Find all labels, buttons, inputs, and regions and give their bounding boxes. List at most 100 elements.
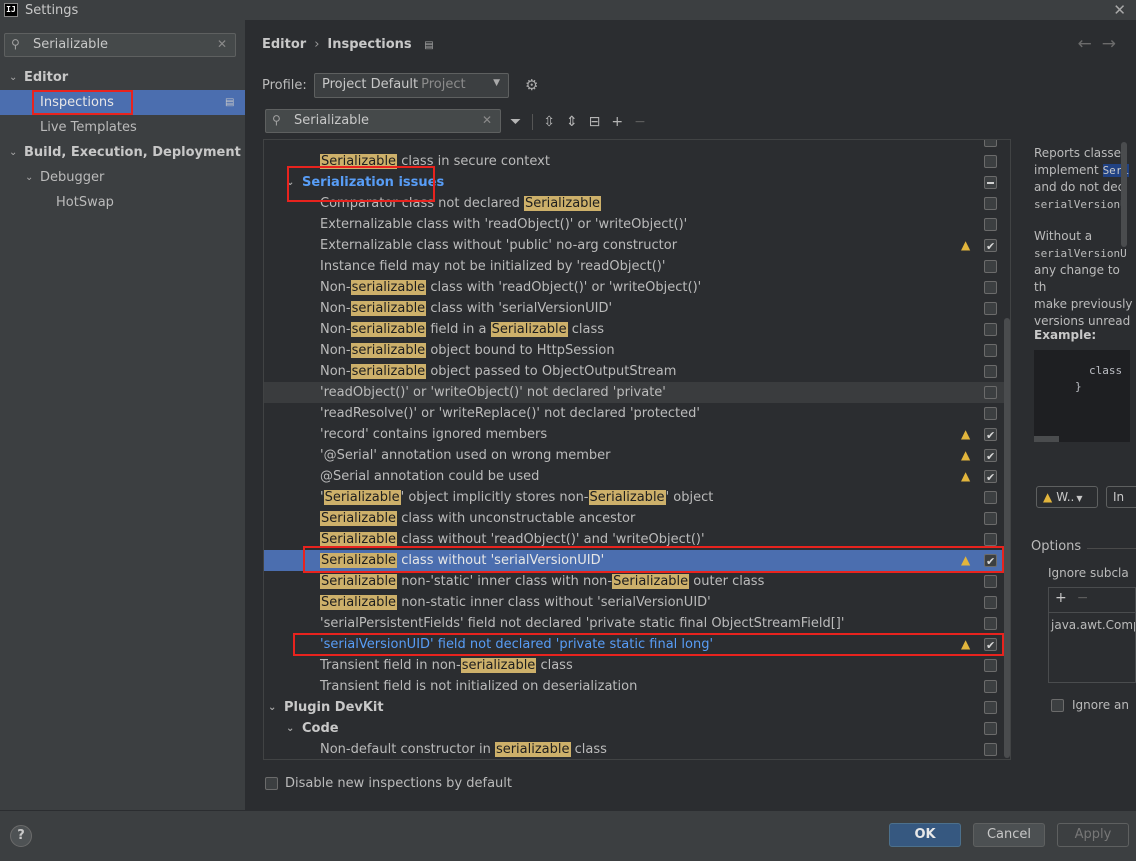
inspection-checkbox[interactable] xyxy=(984,425,997,446)
settings-search-field[interactable]: ⚲ ✕ xyxy=(4,33,236,57)
inspection-checkbox[interactable] xyxy=(984,617,997,630)
group-plugin-devkit[interactable]: ⌄ Plugin DevKit xyxy=(264,697,1004,718)
inspection-checkbox[interactable] xyxy=(984,281,997,294)
expand-all-icon[interactable]: ⇳ xyxy=(543,114,555,130)
filter-icon[interactable]: ⏷ xyxy=(510,114,521,130)
inspection-checkbox[interactable] xyxy=(984,197,997,210)
clear-search-icon[interactable]: ✕ xyxy=(482,113,492,127)
chevron-down-icon[interactable]: ⌄ xyxy=(286,718,294,739)
list-item[interactable]: Non-default constructor in serializable … xyxy=(264,739,1004,759)
list-item[interactable]: Non-serializable object bound to HttpSes… xyxy=(264,340,1004,361)
clear-search-icon[interactable]: ✕ xyxy=(217,37,227,51)
list-item[interactable]: 'readResolve()' or 'writeReplace()' not … xyxy=(264,403,1004,424)
close-icon[interactable]: ✕ xyxy=(1113,1,1126,19)
disable-new-inspections-option[interactable]: Disable new inspections by default xyxy=(265,776,512,791)
list-item[interactable]: @Serial annotation could be used ▲ xyxy=(264,466,1004,488)
list-item[interactable]: Non-serializable class with 'serialVersi… xyxy=(264,298,1004,319)
chevron-down-icon[interactable]: ⌄ xyxy=(9,140,17,165)
list-item[interactable]: Serializable class with unconstructable … xyxy=(264,508,1004,529)
add-icon[interactable]: + xyxy=(611,114,623,130)
inspection-checkbox[interactable] xyxy=(984,407,997,420)
ignore-anonymous-checkbox[interactable] xyxy=(1051,698,1064,712)
inspection-checkbox[interactable] xyxy=(984,596,997,609)
inspection-checkbox[interactable] xyxy=(984,344,997,357)
chevron-down-icon[interactable]: ⌄ xyxy=(25,165,33,190)
sidebar-item-debugger[interactable]: ⌄ Debugger xyxy=(0,165,245,190)
list-item[interactable]: Non-serializable field in a Serializable… xyxy=(264,319,1004,340)
group-checkbox[interactable] xyxy=(984,701,997,714)
list-item[interactable]: Serializable non-static inner class with… xyxy=(264,592,1004,613)
list-item[interactable]: Transient field is not initialized on de… xyxy=(264,676,1004,697)
inspection-checkbox[interactable] xyxy=(984,302,997,315)
chevron-down-icon[interactable]: ⌄ xyxy=(9,65,17,90)
list-item[interactable]: Externalizable class without 'public' no… xyxy=(264,235,1004,257)
navigation-arrows: ←→ xyxy=(1078,34,1127,54)
list-item[interactable]: 'serialPersistentFields' field not decla… xyxy=(264,613,1004,634)
chevron-down-icon[interactable]: ⌄ xyxy=(268,697,276,718)
group-code[interactable]: ⌄ Code xyxy=(264,718,1004,739)
inspection-checkbox[interactable] xyxy=(984,155,997,168)
list-item[interactable]: Non-serializable object passed to Object… xyxy=(264,361,1004,382)
add-icon[interactable]: + xyxy=(1055,590,1077,606)
inspection-checkbox[interactable] xyxy=(984,140,997,147)
apply-button[interactable]: Apply xyxy=(1057,823,1129,847)
list-item[interactable]: Non-serializable class with 'readObject(… xyxy=(264,277,1004,298)
remove-icon[interactable]: − xyxy=(1077,590,1099,606)
gear-icon[interactable]: ⚙ xyxy=(525,76,538,94)
list-scrollbar[interactable] xyxy=(1004,318,1010,758)
list-item[interactable]: java.awt.Comp xyxy=(1051,618,1135,632)
inspection-checkbox[interactable] xyxy=(984,236,997,257)
list-item[interactable]: 'record' contains ignored members ▲ xyxy=(264,424,1004,446)
breadcrumb-editor[interactable]: Editor xyxy=(262,37,306,52)
inspection-checkbox[interactable] xyxy=(984,323,997,336)
settings-search-input[interactable] xyxy=(33,37,213,52)
inspection-checkbox[interactable] xyxy=(984,512,997,525)
inspection-search-field[interactable]: ⚲ ✕ xyxy=(265,109,501,133)
group-label: Code xyxy=(302,721,339,736)
severity-dropdown[interactable]: ▲ W.. ▼ xyxy=(1036,486,1098,508)
sidebar-item-build-execution-deployment[interactable]: ⌄ Build, Execution, Deployment xyxy=(0,140,245,165)
ok-button[interactable]: OK xyxy=(889,823,961,847)
inspection-checkbox[interactable] xyxy=(984,491,997,504)
sidebar-item-hotswap[interactable]: HotSwap xyxy=(0,190,245,215)
help-button[interactable]: ? xyxy=(10,825,32,847)
disable-new-inspections-checkbox[interactable] xyxy=(265,777,278,790)
inspection-search-input[interactable] xyxy=(294,113,474,128)
breadcrumb-inspections: Inspections xyxy=(327,37,412,52)
inspection-checkbox[interactable] xyxy=(984,659,997,672)
sidebar-item-editor[interactable]: ⌄ Editor xyxy=(0,65,245,90)
inspection-checkbox[interactable] xyxy=(984,743,997,756)
sidebar-item-live-templates[interactable]: Live Templates xyxy=(0,115,245,140)
forward-arrow-icon[interactable]: → xyxy=(1102,34,1126,54)
profile-dropdown[interactable]: Project Default Project ▼ xyxy=(314,73,509,98)
inspection-checkbox[interactable] xyxy=(984,260,997,273)
group-checkbox[interactable] xyxy=(984,176,997,189)
inspection-checkbox[interactable] xyxy=(984,575,997,588)
back-arrow-icon[interactable]: ← xyxy=(1078,34,1102,54)
inspection-checkbox[interactable] xyxy=(984,680,997,693)
list-item[interactable]: Externalizable class with 'readObject()'… xyxy=(264,214,1004,235)
inspection-checkbox[interactable] xyxy=(984,365,997,378)
example-scrollbar[interactable] xyxy=(1034,436,1059,442)
list-item[interactable]: 'Serializable' object implicitly stores … xyxy=(264,487,1004,508)
inspection-checkbox[interactable] xyxy=(984,533,997,546)
inspection-checkbox[interactable] xyxy=(984,467,997,488)
ignore-anonymous-option[interactable]: Ignore an xyxy=(1051,698,1129,712)
group-checkbox[interactable] xyxy=(984,722,997,735)
remove-icon[interactable]: − xyxy=(634,114,646,130)
list-item[interactable] xyxy=(264,140,1004,151)
scope-dropdown[interactable]: In xyxy=(1106,486,1136,508)
cancel-button[interactable]: Cancel xyxy=(973,823,1045,847)
list-item[interactable]: '@Serial' annotation used on wrong membe… xyxy=(264,445,1004,467)
description-scrollbar[interactable] xyxy=(1121,142,1127,247)
list-item[interactable]: Transient field in non-serializable clas… xyxy=(264,655,1004,676)
inspection-checkbox[interactable] xyxy=(984,446,997,467)
list-item[interactable]: Serializable non-'static' inner class wi… xyxy=(264,571,1004,592)
inspection-checkbox[interactable] xyxy=(984,386,997,399)
inspection-checkbox[interactable] xyxy=(984,218,997,231)
collapse-all-icon[interactable]: ⇕ xyxy=(566,114,578,130)
list-item[interactable]: Instance field may not be initialized by… xyxy=(264,256,1004,277)
reset-icon[interactable]: ⊟ xyxy=(589,114,601,130)
list-item[interactable]: 'readObject()' or 'writeObject()' not de… xyxy=(264,382,1004,403)
profile-label: Profile: xyxy=(262,78,307,93)
